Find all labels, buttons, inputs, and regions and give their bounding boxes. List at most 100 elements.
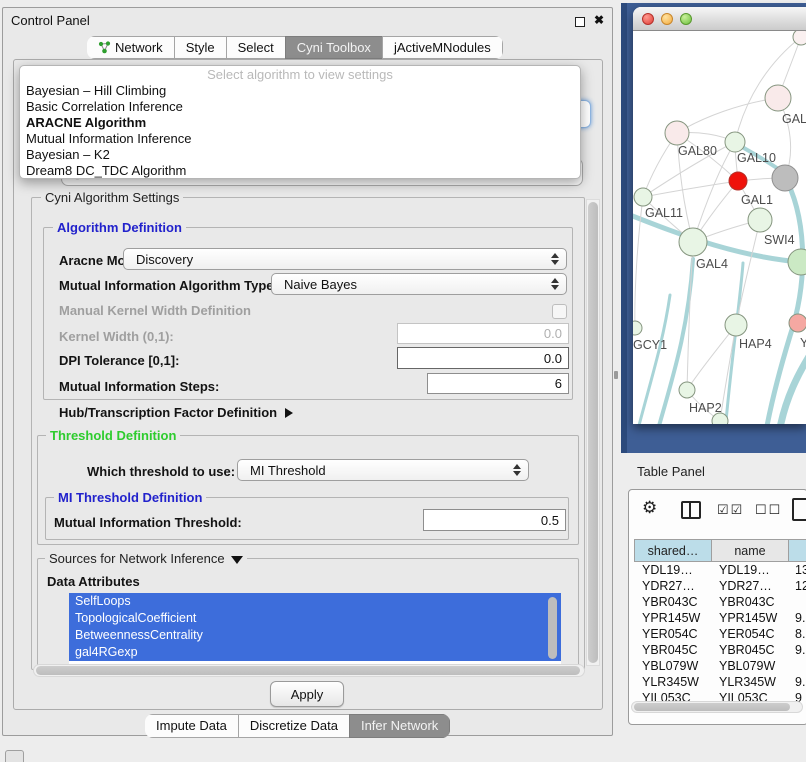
network-node-swi4[interactable]: [748, 208, 772, 232]
hub-section-toggle[interactable]: Hub/Transcription Factor Definition: [59, 405, 293, 420]
network-node-gal80[interactable]: [665, 121, 689, 145]
table-row[interactable]: YBL079WYBL079W: [635, 658, 806, 674]
mi-threshold-input[interactable]: 0.5: [423, 509, 566, 531]
table-cell: YBR045C: [712, 642, 789, 658]
minimize-traffic-light-icon[interactable]: [661, 13, 673, 25]
table-row[interactable]: YLR345WYLR345W9.: [635, 674, 806, 690]
tab-label: Select: [238, 37, 274, 58]
close-icon[interactable]: ✖: [594, 13, 604, 27]
control-panel: Control Panel ✖ Network Style Select Cyn…: [2, 7, 613, 736]
attribute-item[interactable]: BetweennessCentrality: [69, 627, 561, 644]
column-view-icon[interactable]: [681, 501, 701, 519]
algorithm-option[interactable]: Bayesian – K2: [20, 147, 580, 163]
network-node-gcy1[interactable]: [633, 321, 642, 335]
data-attributes-list[interactable]: SelfLoopsTopologicalCoefficientBetweenne…: [69, 593, 561, 666]
manual-kernel-checkbox[interactable]: [552, 304, 567, 319]
dropdown-hint: Select algorithm to view settings: [20, 67, 580, 83]
export-table-icon[interactable]: [792, 498, 806, 521]
table-row[interactable]: YDL19…YDL19…13: [635, 562, 806, 578]
network-node[interactable]: [712, 413, 728, 424]
zoom-traffic-light-icon[interactable]: [680, 13, 692, 25]
network-node-gal[interactable]: [765, 85, 791, 111]
algorithm-dropdown: Select algorithm to view settings Bayesi…: [19, 65, 581, 179]
which-threshold-label: Which threshold to use:: [87, 464, 235, 479]
table-row[interactable]: YER054CYER054C8.: [635, 626, 806, 642]
node-label: SWI4: [764, 233, 795, 247]
network-node-gal4[interactable]: [679, 228, 707, 256]
tab-cyni-toolbox[interactable]: Cyni Toolbox: [285, 36, 383, 59]
tab-network[interactable]: Network: [87, 36, 175, 59]
table-cell: YDR27…: [712, 578, 789, 594]
mi-steps-input[interactable]: 6: [427, 373, 569, 394]
attribute-item[interactable]: SelfLoops: [69, 593, 561, 610]
table-row[interactable]: YPR145WYPR145W9.: [635, 610, 806, 626]
gear-icon[interactable]: ⚙: [642, 498, 657, 518]
table-row[interactable]: YBR043CYBR043C: [635, 594, 806, 610]
algorithm-option[interactable]: Dream8 DC_TDC Algorithm: [20, 163, 580, 179]
docked-panel-icon[interactable]: [5, 750, 24, 762]
tab-infer-network[interactable]: Infer Network: [349, 714, 450, 738]
aracne-mode-combobox[interactable]: Discovery: [123, 248, 567, 270]
node-label: GAL4: [696, 257, 728, 271]
mi-type-combobox[interactable]: Naive Bayes: [271, 273, 567, 295]
dpi-tolerance-label: DPI Tolerance [0,1]:: [59, 353, 179, 368]
algorithm-option[interactable]: ARACNE Algorithm: [20, 115, 580, 131]
column-header-name[interactable]: name: [711, 539, 789, 562]
algorithm-option[interactable]: Basic Correlation Inference: [20, 99, 580, 115]
tab-impute-data[interactable]: Impute Data: [145, 714, 239, 738]
table-cell: [789, 594, 806, 610]
which-threshold-combobox[interactable]: MI Threshold: [237, 459, 529, 481]
network-node-gal11[interactable]: [634, 188, 652, 206]
float-window-icon[interactable]: [575, 17, 585, 27]
scrollbar-thumb[interactable]: [634, 703, 790, 711]
kernel-width-input[interactable]: 0.0: [397, 323, 569, 344]
control-panel-title: Control Panel: [11, 13, 90, 28]
settings-horizontal-scrollbar[interactable]: [33, 664, 585, 677]
network-node[interactable]: [788, 249, 806, 275]
tab-select[interactable]: Select: [226, 36, 286, 59]
table-panel-title: Table Panel: [637, 464, 705, 479]
network-window-titlebar[interactable]: [633, 7, 806, 31]
table-horizontal-scrollbar[interactable]: [631, 701, 803, 713]
list-scrollbar-thumb[interactable]: [548, 597, 557, 659]
network-node[interactable]: [772, 165, 798, 191]
tab-label: jActiveMNodules: [394, 37, 491, 58]
network-canvas[interactable]: GALGAL80GAL10GAL1GAL11SWI4GAL4GCY1HAP4YH…: [633, 31, 806, 424]
node-label: GAL11: [645, 206, 683, 220]
tab-discretize-data[interactable]: Discretize Data: [238, 714, 350, 738]
column-header-partial[interactable]: [788, 539, 806, 562]
column-header-shared-name[interactable]: shared…: [634, 539, 712, 562]
scrollbar-thumb[interactable]: [36, 666, 580, 675]
dpi-tolerance-input[interactable]: 0.0: [397, 347, 569, 369]
network-icon: [98, 41, 111, 54]
mi-steps-value: 6: [555, 376, 562, 391]
settings-vertical-scrollbar[interactable]: [586, 199, 600, 666]
table-row[interactable]: YDR27…YDR27…12: [635, 578, 806, 594]
panel-splitter-handle[interactable]: [614, 371, 618, 379]
select-all-columns-icon[interactable]: ☑☑: [717, 502, 744, 518]
tab-jactivemnodules[interactable]: jActiveMNodules: [382, 36, 503, 59]
algorithm-option[interactable]: Mutual Information Inference: [20, 131, 580, 147]
scrollbar-thumb[interactable]: [588, 202, 598, 663]
algorithm-option[interactable]: Bayesian – Hill Climbing: [20, 83, 580, 99]
tab-style[interactable]: Style: [174, 36, 227, 59]
table-cell: YDL19…: [712, 562, 789, 578]
hub-section-label: Hub/Transcription Factor Definition: [59, 405, 277, 420]
close-traffic-light-icon[interactable]: [642, 13, 654, 25]
stepper-arrows-icon: [551, 278, 559, 290]
manual-kernel-label: Manual Kernel Width Definition: [59, 303, 251, 318]
network-node-hap2[interactable]: [679, 382, 695, 398]
table-cell: YLR345W: [635, 674, 712, 690]
network-node-gal1[interactable]: [729, 172, 747, 190]
stepper-arrows-icon: [551, 253, 559, 265]
table-row[interactable]: YBR045CYBR045C9.: [635, 642, 806, 658]
network-node-y[interactable]: [789, 314, 806, 332]
network-node-gal10[interactable]: [725, 132, 745, 152]
sources-toggle[interactable]: Sources for Network Inference: [45, 551, 247, 566]
apply-button[interactable]: Apply: [270, 681, 344, 707]
network-node[interactable]: [793, 31, 806, 45]
network-node-hap4[interactable]: [725, 314, 747, 336]
deselect-all-columns-icon[interactable]: ☐☐: [755, 502, 782, 518]
attribute-item[interactable]: TopologicalCoefficient: [69, 610, 561, 627]
attribute-item[interactable]: gal4RGexp: [69, 644, 561, 661]
